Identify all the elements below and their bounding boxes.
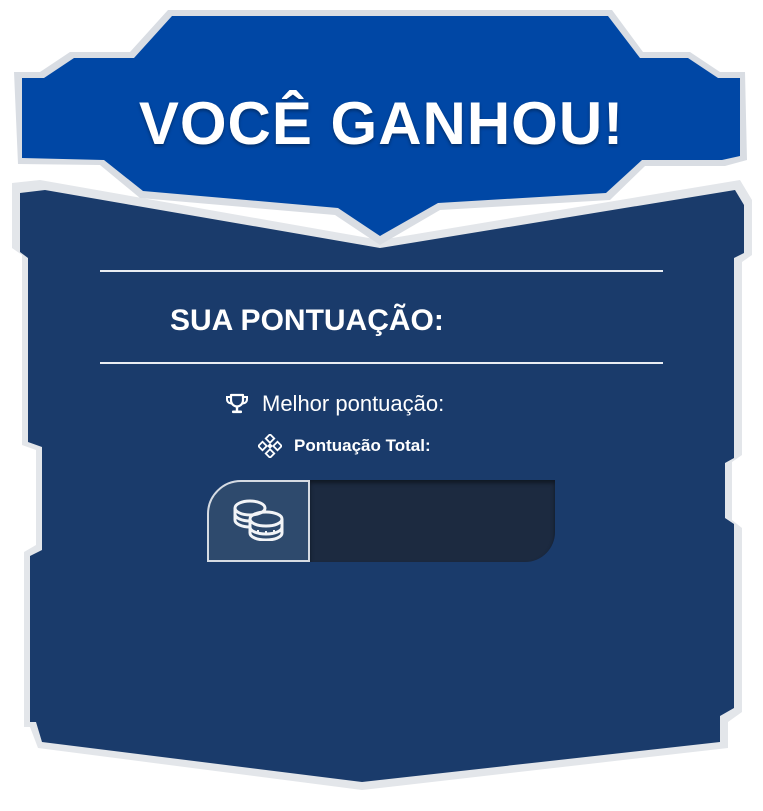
victory-title: VOCÊ GANHOU! bbox=[138, 89, 625, 157]
coins-display bbox=[207, 480, 555, 562]
coins-icon-cell bbox=[207, 480, 310, 562]
divider-top bbox=[100, 270, 663, 272]
score-label: SUA PONTUAÇÃO: bbox=[170, 296, 444, 346]
divider-bottom bbox=[100, 362, 663, 364]
total-score-row: Pontuação Total: bbox=[258, 433, 439, 459]
best-score-row: Melhor pontuação: bbox=[224, 389, 452, 419]
diamond-grid-icon bbox=[258, 434, 282, 458]
best-score-label: Melhor pontuação: bbox=[262, 391, 445, 416]
score-label-text: SUA PONTUAÇÃO: bbox=[170, 304, 444, 337]
coins-icon bbox=[230, 497, 288, 546]
trophy-icon bbox=[224, 392, 250, 416]
coins-value bbox=[310, 480, 555, 562]
total-score-label: Pontuação Total: bbox=[294, 436, 431, 455]
